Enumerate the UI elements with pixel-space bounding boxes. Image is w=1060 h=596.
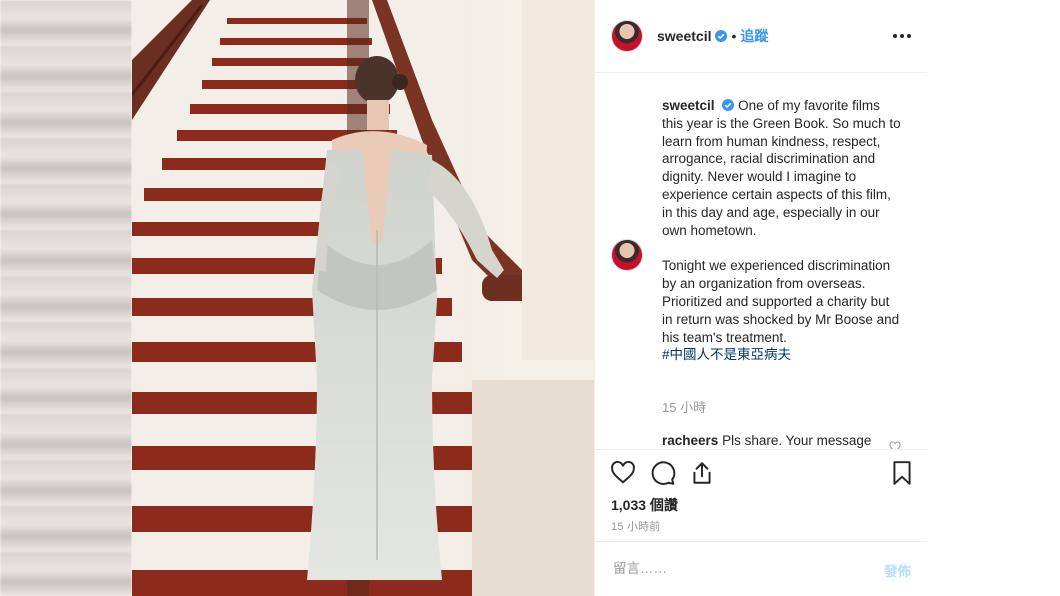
post-timestamp[interactable]: 15 小時前 bbox=[611, 518, 661, 534]
hashtag-link[interactable]: #中國人不是東亞病夫 bbox=[662, 347, 791, 362]
caption-timestamp[interactable]: 15 小時 bbox=[662, 397, 706, 416]
comments-list[interactable]: sweetcil One of my favorite films this y… bbox=[595, 73, 927, 449]
post-comment-button[interactable]: 發佈 bbox=[884, 560, 911, 580]
header-separator: • bbox=[731, 28, 737, 44]
comment-text: Pls share. Your message bbox=[722, 433, 872, 448]
background-right bbox=[926, 0, 1060, 596]
header-username[interactable]: sweetcil bbox=[657, 28, 711, 44]
comment-form: 發佈 bbox=[595, 541, 927, 596]
post-photo[interactable] bbox=[132, 0, 594, 596]
comment-username[interactable]: racheers bbox=[662, 433, 718, 448]
comment-icon[interactable] bbox=[650, 460, 676, 486]
comment-like-heart-icon[interactable] bbox=[889, 441, 901, 449]
post-caption: sweetcil One of my favorite films this y… bbox=[662, 97, 902, 364]
profile-avatar[interactable] bbox=[611, 20, 643, 52]
comment-item: racheers Pls share. Your message bbox=[662, 433, 902, 448]
caption-paragraph-2: Tonight we experienced discrimination by… bbox=[662, 258, 900, 345]
staircase-photo-illustration bbox=[132, 0, 594, 596]
post-side-panel: sweetcil • 追蹤 sweetcil One of my favorit… bbox=[594, 0, 927, 596]
caption-avatar[interactable] bbox=[611, 239, 643, 271]
comment-input[interactable] bbox=[611, 560, 855, 577]
post-actions: 1,033 個讚 15 小時前 bbox=[595, 449, 927, 541]
caption-paragraph-1: One of my favorite films this year is th… bbox=[662, 98, 901, 238]
background-left bbox=[0, 0, 132, 596]
share-icon[interactable] bbox=[689, 460, 715, 486]
post-header: sweetcil • 追蹤 bbox=[595, 0, 927, 73]
verified-badge-icon bbox=[715, 30, 728, 42]
verified-badge-icon bbox=[722, 99, 735, 111]
follow-button[interactable]: 追蹤 bbox=[740, 26, 768, 46]
more-options-icon[interactable] bbox=[893, 28, 911, 44]
heart-icon[interactable] bbox=[610, 460, 636, 486]
bookmark-icon[interactable] bbox=[889, 460, 915, 486]
caption-username[interactable]: sweetcil bbox=[662, 98, 715, 113]
likes-count[interactable]: 1,033 個讚 bbox=[611, 495, 678, 515]
